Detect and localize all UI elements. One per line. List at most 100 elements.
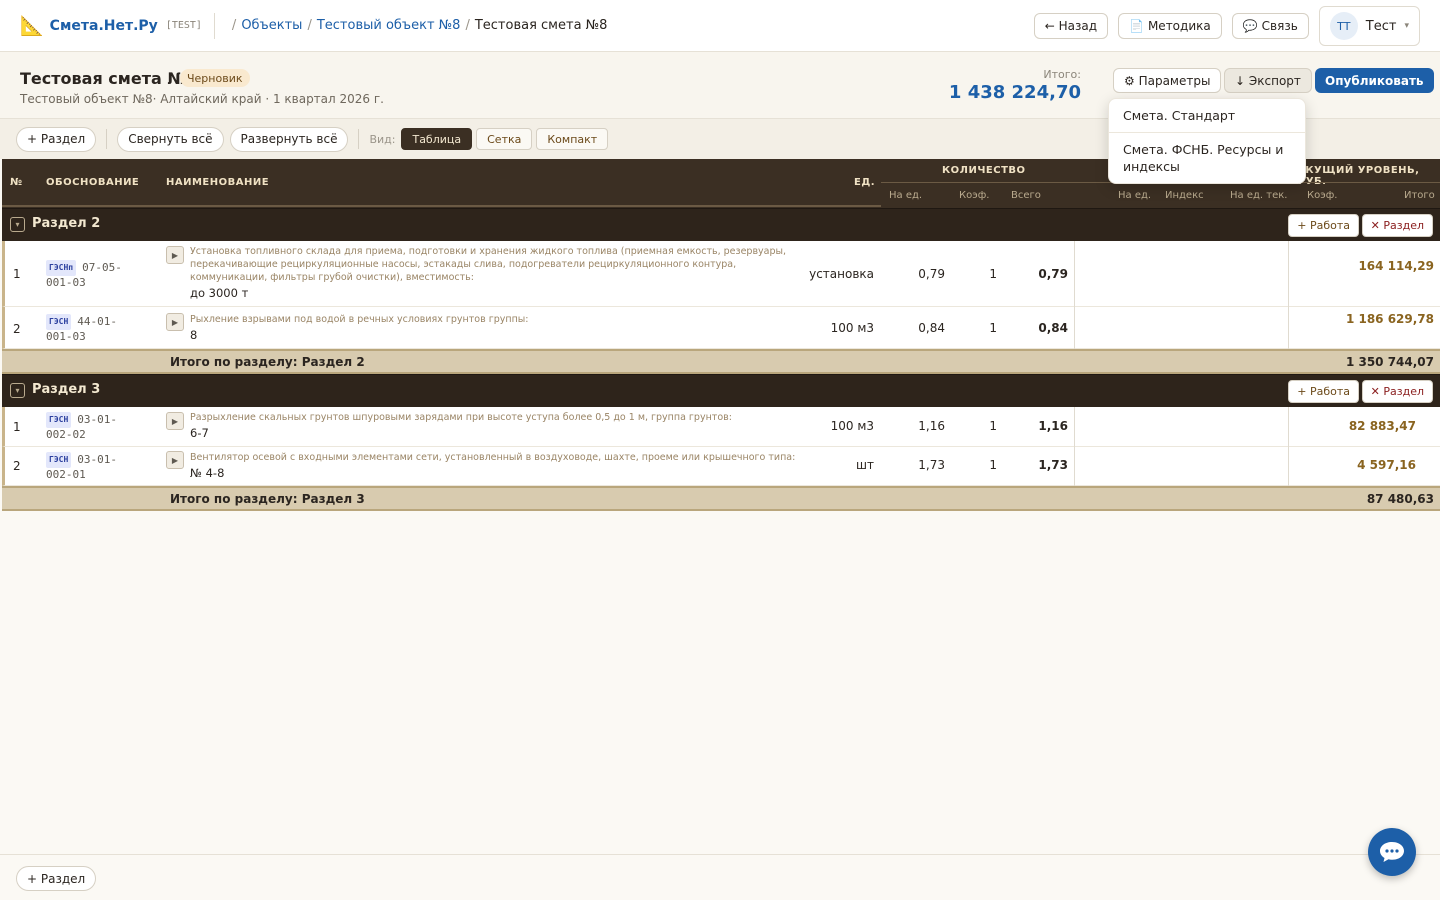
column-divider [1074,447,1075,486]
row-description: Вентилятор осевой с входными элементами … [190,451,810,480]
export-menu: Смета. Стандарт Смета. ФСНБ. Ресурсы и и… [1108,98,1306,184]
view-table-button[interactable]: Таблица [401,128,473,150]
app-name[interactable]: Смета.Нет.Ру [50,18,158,34]
delete-section-button[interactable]: ✕ Раздел [1361,380,1433,403]
code-type-badge: ГЭСН [46,452,72,468]
avatar: ТТ [1329,12,1358,40]
chat-bubble-glyph [1380,842,1404,862]
methodology-button[interactable]: 📄 Методика [1118,13,1222,39]
column-basis: ОБОСНОВАНИЕ [46,177,140,188]
column-divider [1288,447,1289,486]
speech-bubble-icon: 💬 [1242,19,1258,33]
play-triangle-icon[interactable]: ▶ [166,412,184,430]
column-current-coef: Коэф. [1307,190,1338,201]
row-number: 1 [13,267,21,281]
methodology-label: Методика [1147,19,1211,33]
contact-button[interactable]: 💬 Связь [1231,13,1309,39]
header-divider [2,205,881,207]
column-qty-total: Всего [1011,190,1041,201]
total-label: Итого: [1043,68,1081,81]
user-menu[interactable]: ТТ Тест ▾ [1318,6,1420,46]
contact-label: Связь [1261,19,1298,33]
section-subtotal-row: Итого по разделу: Раздел 3 87 480,63 [2,486,1440,511]
export-button[interactable]: ↓ Экспорт [1224,68,1312,93]
column-divider [1074,307,1075,349]
page-footer: + Раздел [0,854,1440,900]
qty-total: 1,73 [1038,458,1068,472]
column-current-total: Итого [1404,190,1435,201]
qty-total: 1,16 [1038,419,1068,433]
status-badge: Черновик [180,69,250,87]
app-logo[interactable]: 📐 Смета.Нет.Ру [TEST] [20,14,202,37]
breadcrumb-objects[interactable]: Объекты [241,18,302,33]
row-code: ГЭСН 03-01- 002-01 [46,452,117,482]
collapse-all-button[interactable]: Свернуть всё [117,126,224,152]
breadcrumb: / Объекты / Тестовый объект №8 / Тестова… [227,18,608,33]
export-standard-option[interactable]: Смета. Стандарт [1109,99,1305,132]
subtotal-label: Итого по разделу: Раздел 3 [170,492,365,506]
qty-per-unit: 1,73 [918,458,945,472]
play-triangle-icon[interactable]: ▶ [166,246,184,264]
row-number: 1 [13,420,21,434]
code-line-1: 03-01- [77,453,118,466]
column-divider [1074,407,1075,447]
row-description: Разрыхление скальных грунтов шпуровыми з… [190,411,790,440]
column-qty-per-unit: На ед. [889,190,923,201]
column-name: НАИМЕНОВАНИЕ [166,177,270,188]
breadcrumb-separator: / [231,18,237,33]
column-group-quantity: КОЛИЧЕСТВО [942,165,1026,176]
section-name: Раздел 3 [32,382,101,397]
subtotal-value: 87 480,63 [1366,492,1434,506]
view-grid-button[interactable]: Сетка [476,128,533,150]
add-work-button[interactable]: + Работа [1288,214,1359,237]
publish-button[interactable]: Опубликовать [1315,68,1434,93]
qty-per-unit: 0,79 [918,267,945,281]
row-unit: шт [856,458,874,472]
play-triangle-icon[interactable]: ▶ [166,313,184,331]
document-icon: 📄 [1129,19,1144,33]
expand-all-button[interactable]: Развернуть всё [229,126,349,152]
row-amount: 4 597,16 [1357,458,1416,472]
add-section-button[interactable]: + Раздел [16,126,97,152]
row-description: Установка топливного склада для приема, … [190,245,790,300]
view-label: Вид: [369,132,396,146]
table-row[interactable]: 2 ГЭСН 44-01- 001-03 ▶ Рыхление взрывами … [2,307,1440,349]
code-line-2: 001-03 [46,330,86,343]
parameters-button[interactable]: ⚙ Параметры [1113,68,1222,93]
toolbar-divider [106,129,108,149]
table-row[interactable]: 1 ГЭСН 03-01- 002-02 ▶ Разрыхление скальн… [2,407,1440,447]
code-type-badge: ГЭСНп [46,260,77,276]
footer-add-section-button[interactable]: + Раздел [16,866,97,891]
row-unit: установка [809,267,874,281]
table-row[interactable]: 1 ГЭСНп 07-05- 001-03 ▶ Установка топливн… [2,241,1440,307]
delete-section-button[interactable]: ✕ Раздел [1361,214,1433,237]
qty-per-unit: 0,84 [918,321,945,335]
work-description: Разрыхление скальных грунтов шпуровыми з… [190,412,732,423]
qty-per-unit: 1,16 [918,419,945,433]
subtotal-value: 1 350 744,07 [1345,355,1434,369]
back-button[interactable]: ← Назад [1033,13,1108,39]
estimate-subtitle: Тестовый объект №8· Алтайский край · 1 к… [20,92,384,106]
play-triangle-icon[interactable]: ▶ [166,451,184,469]
qty-coef: 1 [989,419,997,433]
export-fsnb-option[interactable]: Смета. ФСНБ. Ресурсы и индексы [1109,132,1305,183]
chat-bubble-icon[interactable] [1368,828,1416,876]
code-line-1: 03-01- [77,413,118,426]
breadcrumb-object[interactable]: Тестовый объект №8 [317,18,461,33]
view-compact-button[interactable]: Компакт [536,128,609,150]
section-header: ▾ Раздел 3 + Работа ✕ Раздел [2,374,1440,407]
nav-divider [213,12,215,39]
add-work-button[interactable]: + Работа [1288,380,1359,403]
row-code: ГЭСНп 07-05- 001-03 [46,260,122,290]
row-amount: 1 186 629,78 [1345,312,1434,326]
row-unit: 100 м3 [830,419,874,433]
row-number: 2 [13,459,21,473]
column-base-per-unit-current: На ед. тек. [1230,190,1288,201]
row-number: 2 [13,322,21,336]
table-row[interactable]: 2 ГЭСН 03-01- 002-01 ▶ Вентилятор осевой … [2,447,1440,486]
estimate-table: № ОБОСНОВАНИЕ НАИМЕНОВАНИЕ ЕД. КОЛИЧЕСТВ… [2,159,1440,511]
collapse-section-toggle[interactable]: ▾ [10,383,25,398]
code-line-2: 002-02 [46,428,86,441]
column-number: № [10,177,23,188]
collapse-section-toggle[interactable]: ▾ [10,217,25,232]
